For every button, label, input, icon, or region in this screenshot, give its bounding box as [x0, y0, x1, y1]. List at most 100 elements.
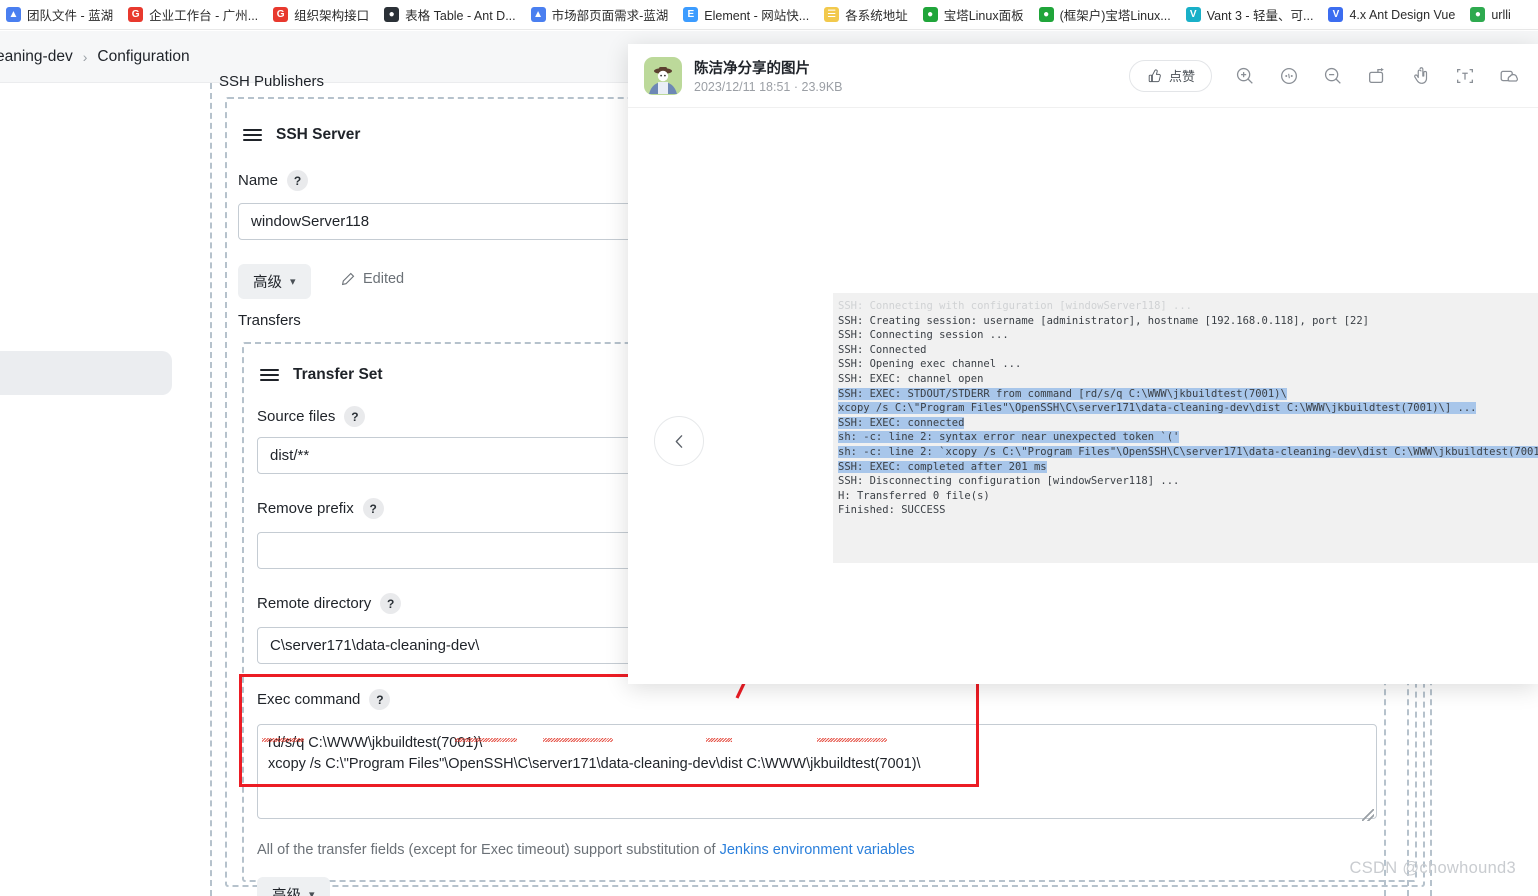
- remote-directory-label-row: Remote directory ?: [257, 593, 402, 614]
- rotate-icon[interactable]: [1366, 65, 1388, 87]
- browser-tab-label: Vant 3 - 轻量、可...: [1206, 9, 1314, 23]
- bt-panel-icon: ●: [922, 7, 938, 22]
- breadcrumb-item-configuration[interactable]: Configuration: [97, 48, 189, 66]
- browser-tab-label: 市场部页面需求-蓝湖: [551, 9, 669, 23]
- folder-icon: ☰: [824, 7, 840, 22]
- source-files-label-row: Source files ?: [257, 406, 366, 427]
- browser-tab[interactable]: ● 宝塔Linux面板: [917, 0, 1033, 29]
- g-badge-icon: G: [128, 7, 144, 22]
- pencil-icon: [341, 272, 355, 285]
- element-icon: E: [683, 7, 699, 22]
- avatar-illustration-icon: [649, 66, 677, 94]
- browser-tab[interactable]: V Vant 3 - 轻量、可...: [1180, 0, 1323, 29]
- build-log-line: sh: -c: line 2: syntax error near unexpe…: [838, 431, 1180, 444]
- browser-tab-label: 企业工作台 - 广州...: [149, 9, 259, 23]
- browser-tab-strip: ▲ 团队文件 - 蓝湖 G 企业工作台 - 广州... G 组织架构接口 ● 表格 Table…: [0, 0, 1538, 30]
- browser-tab-label: 团队文件 - 蓝湖: [27, 9, 114, 23]
- transfer-fields-note-text: All of the transfer fields (except for E…: [257, 842, 720, 858]
- drag-handle-icon[interactable]: [243, 129, 262, 141]
- help-icon[interactable]: ?: [362, 498, 384, 519]
- browser-tab[interactable]: ● (框架户)宝塔Linux...: [1033, 0, 1180, 29]
- build-log-line: Finished: SUCCESS: [838, 504, 946, 517]
- build-log-line: SSH: EXEC: completed after 201 ms: [838, 460, 1047, 473]
- edited-label: Edited: [363, 271, 405, 287]
- previous-image-button[interactable]: [654, 416, 704, 466]
- csdn-watermark: CSDN @chowhound3: [1349, 859, 1516, 877]
- jenkins-env-vars-link[interactable]: Jenkins environment variables: [720, 842, 915, 858]
- browser-tab[interactable]: ● urlli: [1464, 0, 1519, 29]
- drag-handle-icon[interactable]: [260, 369, 279, 381]
- breadcrumb-item-project[interactable]: eaning-dev: [0, 48, 73, 66]
- transfer-set-advanced-label: 高级: [272, 888, 301, 896]
- extract-text-icon[interactable]: [1454, 65, 1476, 87]
- build-log-image: SSH: Connecting with configuration [wind…: [833, 293, 1538, 563]
- build-log-line: SSH: Connecting with configuration [wind…: [838, 300, 1193, 312]
- image-viewer-modal: 陈洁净分享的图片 2023/12/11 18:51 · 23.9KB 点赞 SS…: [628, 44, 1538, 684]
- browser-tab-label: 表格 Table - Ant D...: [405, 9, 516, 23]
- avatar: [644, 56, 682, 95]
- browser-tab[interactable]: ● 表格 Table - Ant D...: [378, 0, 524, 29]
- name-label-row: Name ?: [238, 170, 309, 191]
- transfer-set-header: Transfer Set: [260, 366, 383, 384]
- edited-indicator: Edited: [340, 271, 404, 287]
- build-log-line: SSH: EXEC: channel open: [838, 372, 984, 385]
- browser-tab[interactable]: G 企业工作台 - 广州...: [122, 0, 267, 29]
- hand-drag-icon[interactable]: [1410, 65, 1432, 87]
- image-viewer-header: 陈洁净分享的图片 2023/12/11 18:51 · 23.9KB 点赞: [628, 44, 1538, 108]
- transfer-fields-note: All of the transfer fields (except for E…: [257, 842, 915, 858]
- g-circle-icon: G: [273, 7, 289, 22]
- ssh-server-advanced-button[interactable]: 高级 ▾: [238, 264, 311, 299]
- transfer-set-advanced-button[interactable]: 高级 ▾: [257, 877, 330, 896]
- breadcrumb-separator-icon: ›: [82, 48, 88, 65]
- chevron-left-icon: [675, 434, 682, 448]
- browser-tab[interactable]: ▲ 团队文件 - 蓝湖: [0, 0, 122, 29]
- browser-tab-label: 各系统地址: [845, 9, 908, 23]
- vant-icon: V: [1185, 7, 1201, 22]
- browser-tab-label: (框架户)宝塔Linux...: [1059, 9, 1171, 23]
- browser-tab[interactable]: G 组织架构接口: [267, 0, 378, 29]
- browser-tab[interactable]: ☰ 各系统地址: [818, 0, 917, 29]
- zoom-out-icon[interactable]: [1322, 65, 1344, 87]
- bt-panel-icon: ●: [1038, 7, 1054, 22]
- build-log-line: SSH: Disconnecting configuration [window…: [838, 475, 1180, 488]
- annotation-red-rectangle: [239, 674, 979, 787]
- fit-to-screen-icon[interactable]: [1278, 65, 1300, 87]
- like-button[interactable]: 点赞: [1128, 59, 1212, 92]
- zoom-in-icon[interactable]: [1234, 65, 1256, 87]
- build-log-line: SSH: EXEC: STDOUT/STDERR from command [r…: [838, 387, 1287, 400]
- image-meta: 陈洁净分享的图片 2023/12/11 18:51 · 23.9KB: [694, 57, 843, 94]
- browser-tab-label: 组织架构接口: [294, 9, 370, 23]
- remove-prefix-label: Remove prefix: [257, 500, 354, 517]
- source-files-label: Source files: [257, 408, 336, 425]
- image-subtitle: 2023/12/11 18:51 · 23.9KB: [694, 80, 843, 94]
- chevron-down-icon: ▾: [290, 276, 296, 288]
- transfer-set-title: Transfer Set: [293, 366, 383, 383]
- build-log-line: xcopy /s C:\"Program Files"\OpenSSH\C\se…: [838, 402, 1477, 415]
- help-icon[interactable]: ?: [287, 170, 309, 191]
- save-to-cloud-icon[interactable]: [1498, 65, 1520, 87]
- ssh-server-advanced-label: 高级: [253, 275, 282, 291]
- screenshot-root: ▲ 团队文件 - 蓝湖 G 企业工作台 - 广州... G 组织架构接口 ● 表格 Table…: [0, 0, 1538, 896]
- browser-tab[interactable]: E Element - 网站快...: [677, 0, 818, 29]
- build-log-line: sh: -c: line 2: `xcopy /s C:\"Program Fi…: [838, 445, 1538, 460]
- antd-icon: ●: [384, 7, 400, 22]
- lanhu-icon: ▲: [6, 7, 21, 22]
- build-log-line: H: Transferred 0 file(s): [838, 489, 990, 502]
- image-viewer-canvas: SSH: Connecting with configuration [wind…: [628, 108, 1538, 684]
- textarea-resize-grip[interactable]: [1362, 809, 1374, 821]
- transfers-label: Transfers: [238, 312, 301, 329]
- chevron-down-icon: ▾: [309, 889, 315, 896]
- ssh-publishers-heading: SSH Publishers: [219, 73, 325, 90]
- help-icon[interactable]: ?: [380, 593, 402, 614]
- remote-directory-label: Remote directory: [257, 595, 372, 612]
- build-log-line: SSH: Creating session: username [adminis…: [838, 314, 1370, 327]
- green-dot-icon: ●: [1470, 7, 1486, 22]
- help-icon[interactable]: ?: [344, 406, 366, 427]
- viewer-toolbar: 点赞: [1128, 59, 1526, 92]
- remove-prefix-label-row: Remove prefix ?: [257, 498, 384, 519]
- browser-tab[interactable]: V 4.x Ant Design Vue: [1322, 0, 1464, 29]
- build-log-line: SSH: Opening exec channel ...: [838, 358, 1022, 371]
- thumbs-up-icon: [1148, 68, 1161, 82]
- browser-tab[interactable]: ▲ 市场部页面需求-蓝湖: [525, 0, 678, 29]
- ssh-server-header: SSH Server: [243, 126, 360, 144]
